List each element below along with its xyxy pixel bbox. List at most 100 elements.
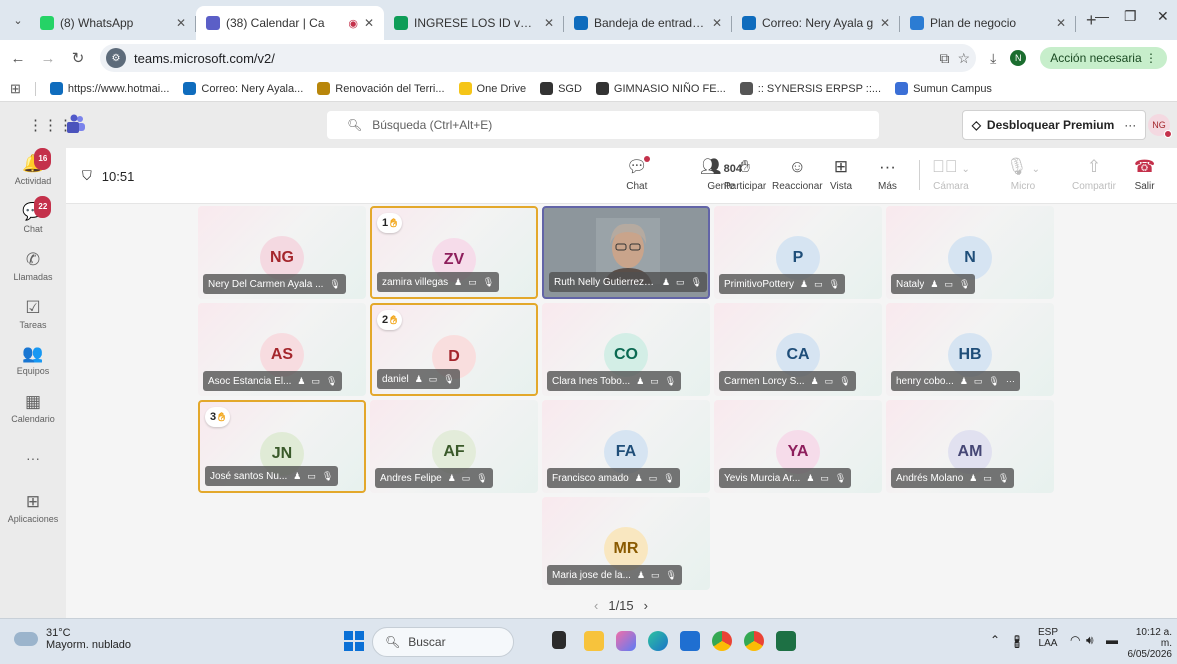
participant-tile[interactable]: P PrimitivoPottery ♟ ▭ 🎙︎ [714,206,882,299]
wifi-icon[interactable]: ◠ [1070,633,1080,647]
forward-icon[interactable]: → [40,50,56,67]
toolbar-raise-hand[interactable]: ✋︎ Participar [724,156,766,192]
rail-item-phone[interactable]: ✆ Llamadas [0,250,66,282]
rail-item-chat[interactable]: 💬 22 Chat [0,196,66,234]
camera-off-icon: ▭⃠ ⌄ [932,157,970,176]
raise-hand-icon: ✋︎ [740,157,750,176]
clock[interactable]: 10:12 a. m. 6/05/2026 [1124,627,1173,660]
close-tab-icon[interactable]: ✕ [1056,16,1066,30]
mic-off-icon: 🎙︎ [690,276,702,287]
participant-tile[interactable]: D 2 ✋︎ daniel ♟ ▭ 🎙︎ [370,303,538,396]
prev-page-icon[interactable]: ‹ [594,598,598,613]
user-avatar[interactable]: NG [1148,114,1172,138]
bookmark-item[interactable]: Renovación del Terri... [317,82,445,95]
toolbar-mic-off[interactable]: 🎙︎ ⌄ Micro [1006,156,1040,192]
browser-tab[interactable]: INGRESE LOS ID verifi ✕ [384,6,564,40]
participant-tile[interactable]: N Nataly ♟ ▭ 🎙︎ [886,206,1054,299]
participant-tile[interactable]: AF Andres Felipe ♟ ▭ 🎙︎ [370,400,538,493]
rail-item-teams-group[interactable]: 👥 Equipos [0,344,66,376]
participant-tile[interactable]: CO Clara Ines Tobo... ♟ ▭ 🎙︎ [542,303,710,396]
participant-tile[interactable]: FA Francisco amado ♟ ▭ 🎙︎ [542,400,710,493]
chrome-profile-icon[interactable] [744,631,764,651]
teams-search-input[interactable]: 🔍︎ Búsqueda (Ctrl+Alt+E) [327,111,879,139]
restore-icon[interactable]: ❐ [1124,8,1137,25]
bookmark-item[interactable]: Correo: Nery Ayala... [183,82,303,95]
weather-widget[interactable]: 31°C Mayorm. nublado [14,627,131,651]
close-window-icon[interactable]: ✕ [1157,8,1169,25]
reload-icon[interactable]: ↻ [70,49,86,67]
volume-icon[interactable]: 🔊︎ [1086,633,1094,648]
close-tab-icon[interactable]: ✕ [712,16,722,30]
action-needed-button[interactable]: Acción necesaria ⋮ [1040,47,1167,69]
file-explorer-icon[interactable] [584,631,604,651]
unlock-premium-button[interactable]: ◇ Desbloquear Premium ··· [962,110,1146,140]
language-indicator[interactable]: ESP LAA [1038,627,1058,649]
apps-grid-icon[interactable]: ⊞ [10,81,21,97]
bookmark-item[interactable]: :: SYNERSIS ERPSP ::... [739,82,881,95]
participant-tile[interactable]: JN 3 ✋︎ José santos Nu... ♟ ▭ 🎙︎ [198,400,366,493]
participant-tile[interactable]: MR Maria jose de la... ♟ ▭ 🎙︎ [542,497,710,590]
profile-avatar[interactable]: N [1010,50,1027,66]
windows-start-icon[interactable] [344,631,364,651]
participant-tile[interactable]: CA Carmen Lorcy S... ♟ ▭ 🎙︎ [714,303,882,396]
close-tab-icon[interactable]: ✕ [544,16,554,30]
taskview-icon[interactable] [552,631,566,649]
bookmark-item[interactable]: Sumun Campus [895,82,992,95]
participant-nameplate: daniel ♟ ▭ 🎙︎ [377,369,460,389]
close-tab-icon[interactable]: ✕ [176,16,186,30]
browser-tab[interactable]: (38) Calendar | Ca ◉ ✕ [196,6,384,40]
participant-tile[interactable]: AM Andrés Molano ♟ ▭ 🎙︎ [886,400,1054,493]
toolbar-smiley[interactable]: ☺ Reaccionar [772,156,823,192]
next-page-icon[interactable]: › [644,598,648,613]
participant-tile[interactable]: Ruth Nelly Gutierrez Achuri ♟ ▭ 🎙︎ [542,206,710,299]
toolbar-share[interactable]: ⇧ Compartir [1072,156,1116,192]
chrome-icon[interactable] [712,631,732,651]
participant-tile[interactable]: HB henry cobo... ♟ ▭ 🎙︎ ··· [886,303,1054,396]
minimize-icon[interactable]: — [1095,8,1109,24]
bookmark-item[interactable]: SGD [540,82,582,95]
participant-tile[interactable]: AS Asoc Estancia El... ♟ ▭ 🎙︎ [198,303,366,396]
bookmark-item[interactable]: https://www.hotmai... [49,82,169,95]
rail-item-apps[interactable]: ⊞ Aplicaciones [0,492,66,524]
rail-item-bell[interactable]: 🔔 16 Actividad [0,148,66,186]
site-info-icon[interactable]: ⚙ [106,48,126,68]
close-tab-icon[interactable]: ✕ [364,16,374,30]
edge-icon[interactable] [648,631,668,651]
browser-tab[interactable]: (8) WhatsApp ✕ [30,6,196,40]
browser-tab[interactable]: Correo: Nery Ayala g ✕ [732,6,900,40]
tab-search-chevron-icon[interactable]: ⌄ [6,5,30,35]
taskbar-search[interactable]: 🔍︎ Buscar [372,627,514,657]
battery-icon[interactable]: ▬ [1106,633,1118,647]
toolbar-more[interactable]: ··· Más [878,156,897,192]
tray-chevron-icon[interactable]: ⌃ [990,633,1000,647]
toolbar-camera-off[interactable]: ▭⃠ ⌄ Cámara [932,156,970,192]
toolbar-view-grid[interactable]: ⊞ Vista [830,156,852,192]
bookmark-star-icon[interactable]: ☆ [958,50,971,67]
tab-divider [1075,16,1076,32]
bookmark-item[interactable]: GIMNASIO NIÑO FE... [595,82,726,95]
rail-item-tasks[interactable]: ☑ Tareas [0,298,66,330]
toolbar-hangup[interactable]: ☎ Salir [1134,156,1155,192]
url-text[interactable]: teams.microsoft.com/v2/ [134,51,932,66]
rail-item-calendar[interactable]: ▦ Calendario [0,392,66,424]
participant-tile[interactable]: NG Nery Del Carmen Ayala ... 🎙︎ [198,206,366,299]
more-icon[interactable]: ··· [1124,118,1136,132]
bookmark-item[interactable]: One Drive [458,82,526,95]
usb-icon[interactable]: 🖁 [1014,633,1020,654]
bookmark-favicon-icon [49,82,63,95]
back-icon[interactable]: ← [10,50,26,67]
participant-tile[interactable]: ZV 1 ✋︎ zamira villegas ♟ ▭ 🎙︎ [370,206,538,299]
omnibox[interactable]: ⚙ teams.microsoft.com/v2/ ⧉ ☆ [100,44,977,72]
store-icon[interactable] [680,631,700,651]
excel-icon[interactable] [776,631,796,651]
download-icon[interactable]: ⤓ [990,50,996,67]
rail-item-more[interactable]: ··· [0,450,66,466]
more-options-icon[interactable]: ··· [1006,376,1015,386]
browser-tab[interactable]: Plan de negocio ✕ [900,6,1076,40]
participant-tile[interactable]: YA Yevis Murcia Ar... ♟ ▭ 🎙︎ [714,400,882,493]
close-tab-icon[interactable]: ✕ [880,16,890,30]
toolbar-chat[interactable]: 💬︎ Chat [626,156,650,192]
screen-cast-icon[interactable]: ⧉ [940,50,950,67]
copilot-icon[interactable] [616,631,636,651]
browser-tab[interactable]: Bandeja de entrada: I ✕ [564,6,732,40]
